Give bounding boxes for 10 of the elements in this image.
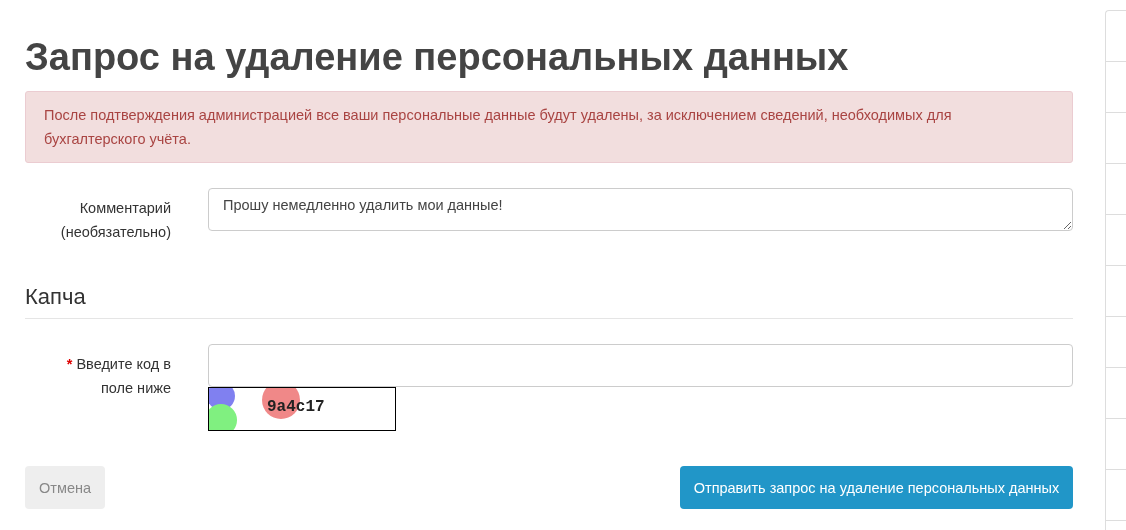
section-heading: Капча	[25, 284, 1074, 319]
comment-field[interactable]: Прошу немедленно удалить мои данные!	[208, 188, 1074, 231]
submit-button[interactable]: Отправить запрос на удаление персональных данных	[679, 466, 1074, 509]
page-title: Запрос на удаление персональных данных	[25, 35, 850, 80]
field-label: Комментарий (необязательно)	[59, 199, 172, 242]
required-mark: *	[66, 356, 73, 372]
captcha-input-field[interactable]	[208, 344, 1074, 387]
field-label: Введите код в поле ниже	[76, 356, 171, 396]
warning-alert: После подтверждения администрацией все ваши персональные данные будут удалены, за исключением сведений, необходимых для бухгалтерского учёта.	[25, 91, 1074, 163]
cancel-button[interactable]: Отмена	[25, 466, 106, 509]
